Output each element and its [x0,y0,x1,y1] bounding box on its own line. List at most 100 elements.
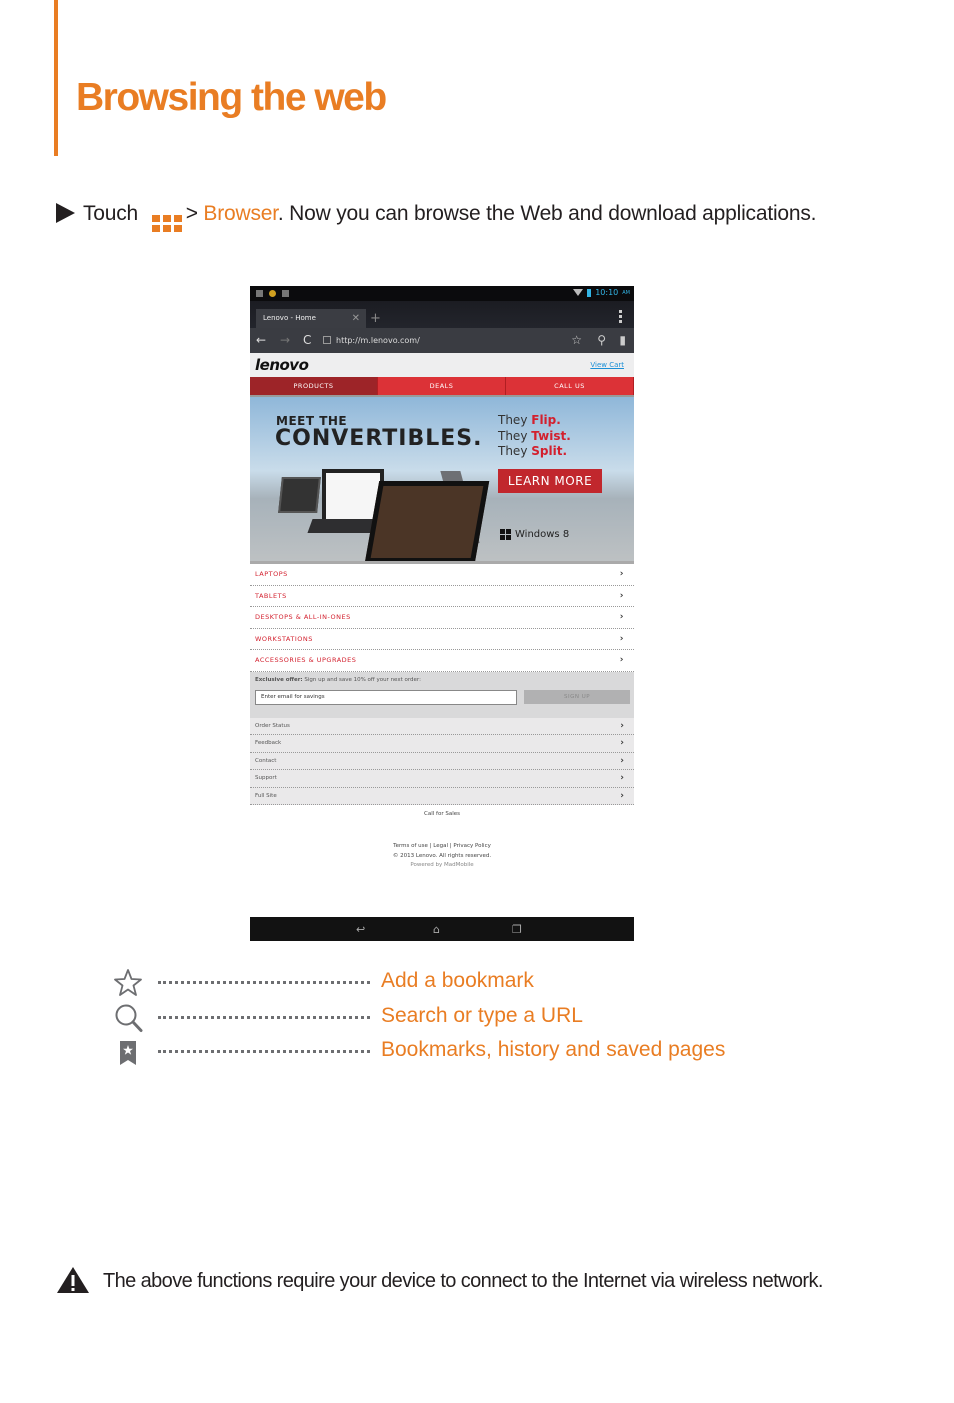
offer-section: Exclusive offer: Sign up and save 10% of… [250,671,634,718]
terms-link[interactable]: Terms of use [393,843,428,849]
call-for-sales-link[interactable]: Call for Sales [250,811,634,817]
category-list: LAPTOPS › TABLETS › DESKTOPS & ALL-IN-ONES… [250,564,634,672]
chevron-right-icon: › [620,738,624,748]
tab-bar: Lenovo - Home ✕ + [250,301,634,328]
leader-dots [158,981,370,984]
arrow-bullet-icon [56,203,75,223]
secondary-list: Order Status › Feedback › Contact › Support… [250,717,634,805]
leader-dots [158,1050,370,1053]
device-image [278,477,321,513]
url-bar: ← → C http://m.lenovo.com/ ☆ ⚲ ▮ [250,328,634,353]
wifi-icon [573,289,584,296]
nav-call-us[interactable]: CALL US [506,377,634,395]
legend-item: Bookmarks, history and saved pages [112,1036,762,1071]
bookmarks-icon[interactable]: ▮ [619,333,626,347]
category-tablets[interactable]: TABLETS › [250,586,634,607]
instruction-separator: > [185,202,198,225]
bookmarks-icon [120,1041,136,1065]
category-workstations[interactable]: WORKSTATIONS › [250,629,634,650]
notification-icons [256,290,289,297]
tagline-verb: Split. [531,444,568,458]
overflow-menu-icon[interactable] [619,310,622,323]
leader-dots [158,1015,370,1019]
browser-link: Browser [203,202,278,225]
powered-by: Powered by MadMobile [410,862,474,868]
browser-tab[interactable]: Lenovo - Home ✕ [256,309,366,328]
refresh-icon[interactable]: C [303,333,311,347]
link-label: Full Site [255,792,277,799]
footer-links: Terms of use | Legal | Privacy Policy [393,843,491,849]
icon-legend: Add a bookmark Search or type a URL Book… [112,967,762,1071]
link-label: Support [255,775,277,781]
device-image [364,481,490,561]
tagline-they: They [498,444,528,458]
site-footer: Call for Sales Terms of use | Legal | Pr… [250,805,634,924]
chevron-right-icon: › [619,633,624,644]
warning-text: The above functions require your device … [103,1270,823,1292]
site-header: lenovo View Cart [250,353,634,377]
tab-title: Lenovo - Home [263,314,316,322]
recents-nav-icon[interactable]: ❐ [512,923,522,936]
legend-label: Search or type a URL [381,1003,583,1027]
legal-link[interactable]: Legal [433,843,448,849]
category-label: DESKTOPS & ALL-IN-ONES [255,613,351,621]
status-bar: 10:10 AM [250,286,634,301]
back-icon[interactable]: ← [256,333,266,347]
link-order-status[interactable]: Order Status › [250,718,634,735]
search-icon[interactable]: ⚲ [597,333,606,347]
category-label: LAPTOPS [255,570,288,578]
link-label: Feedback [255,740,282,746]
close-tab-icon[interactable]: ✕ [352,309,360,328]
clock-ampm: AM [622,289,630,296]
learn-more-button[interactable]: LEARN MORE [498,469,602,493]
chevron-right-icon: › [620,790,624,801]
category-label: TABLETS [255,591,287,600]
accent-bar [54,0,58,156]
lenovo-logo[interactable]: lenovo [255,356,309,374]
instruction-suffix: . Now you can browse the Web and downloa… [277,202,817,225]
hero-banner[interactable]: MEET THE CONVERTIBLES. They Flip. They T… [250,395,634,564]
category-label: ACCESSORIES & UPGRADES [255,656,357,664]
category-laptops[interactable]: LAPTOPS › [250,564,634,586]
page-title: Browsing the web [76,76,387,119]
warning-icon [57,1267,89,1293]
nav-deals[interactable]: DEALS [378,377,506,395]
category-accessories[interactable]: ACCESSORIES & UPGRADES › [250,650,634,672]
system-nav-bar: ↩ ⌂ ❐ [250,917,634,941]
chevron-right-icon: › [619,590,624,601]
chevron-right-icon: › [620,720,624,731]
link-contact[interactable]: Contact › [250,753,634,770]
site-nav: PRODUCTS DEALS CALL US [250,377,634,395]
clock: 10:10 [595,288,619,297]
category-desktops[interactable]: DESKTOPS & ALL-IN-ONES › [250,607,634,629]
copyright: © 2013 Lenovo. All rights reserved. [392,853,492,859]
new-tab-button[interactable]: + [370,309,381,328]
link-support[interactable]: Support › [250,770,634,788]
link-full-site[interactable]: Full Site › [250,788,634,805]
privacy-link[interactable]: Privacy Policy [453,843,490,849]
star-outline-icon[interactable]: ☆ [571,333,582,347]
search-icon [115,1004,143,1032]
tagline-verb: Flip. [531,413,561,427]
offer-text: Exclusive offer: Sign up and save 10% of… [255,677,421,683]
nav-products[interactable]: PRODUCTS [250,377,378,395]
chevron-right-icon: › [620,755,624,766]
url-input[interactable]: http://m.lenovo.com/ [336,336,420,345]
chevron-right-icon: › [619,655,624,665]
offer-bold: Exclusive offer: [255,676,303,683]
email-input[interactable]: Enter email for savings [255,689,517,705]
browser-screenshot: 10:10 AM Lenovo - Home ✕ + ← → C http://m… [250,286,634,941]
forward-icon[interactable]: → [280,333,290,347]
site-favicon [323,336,331,344]
status-right: 10:10 AM [573,288,630,297]
apps-grid-icon [151,215,182,232]
tagline-verb: Twist. [531,428,571,443]
legend-item: Add a bookmark [112,967,762,1002]
sign-up-button[interactable]: SIGN UP [524,689,630,704]
home-nav-icon[interactable]: ⌂ [433,923,440,936]
tagline-they: They [498,413,528,427]
link-feedback[interactable]: Feedback › [250,735,634,753]
hero-tagline: They Flip. They Twist. They Split. [498,413,571,460]
back-nav-icon[interactable]: ↩ [356,923,365,936]
view-cart-link[interactable]: View Cart [590,361,624,369]
